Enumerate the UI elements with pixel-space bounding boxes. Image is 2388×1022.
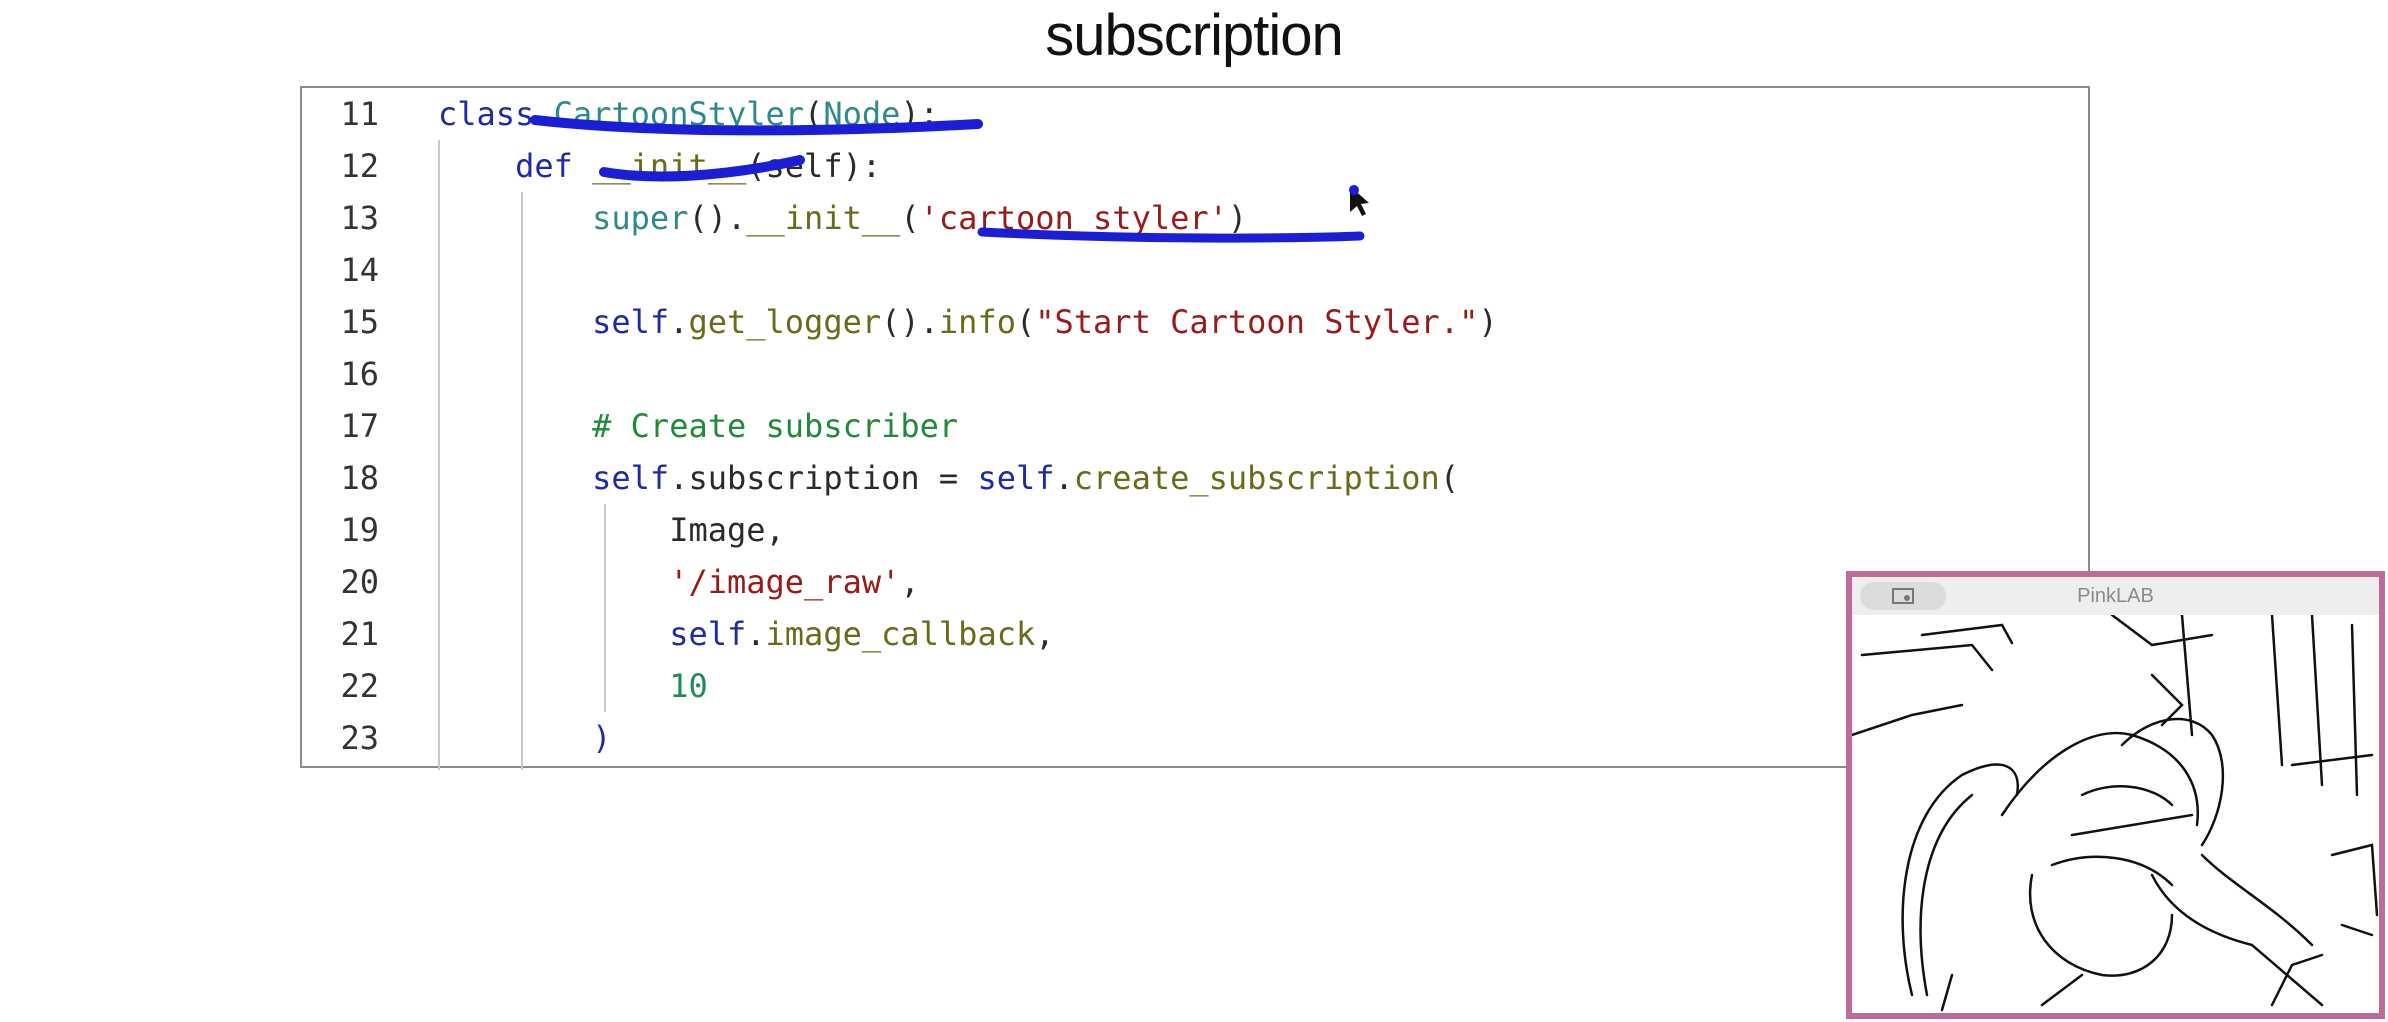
code-line[interactable]: 22 10 (302, 660, 2088, 712)
code-text: '/image_raw', (438, 556, 920, 608)
code-text: 10 (438, 660, 708, 712)
code-line[interactable]: 21 self.image_callback, (302, 608, 2088, 660)
line-number: 13 (340, 199, 379, 237)
code-line[interactable]: 13 super().__init__('cartoon_styler') (302, 192, 2088, 244)
code-line[interactable]: 17 # Create subscriber (302, 400, 2088, 452)
webcam-window-title: PinkLAB (2077, 585, 2154, 607)
code-text: super().__init__('cartoon_styler') (438, 192, 1247, 244)
webcam-titlebar[interactable]: PinkLAB (1852, 577, 2379, 615)
code-line[interactable]: 12 def __init__(self): (302, 140, 2088, 192)
code-token: . (1054, 459, 1074, 497)
code-token: self (438, 615, 747, 653)
code-token: get_logger (688, 303, 882, 341)
line-number: 22 (340, 667, 379, 705)
code-token: 'cartoon_styler' (919, 199, 1228, 237)
code-text: self.image_callback, (438, 608, 1055, 660)
code-token: self (977, 459, 1055, 497)
code-token: ) (438, 719, 612, 757)
code-token: ( (1439, 459, 1460, 497)
code-token: ) (1227, 199, 1248, 237)
code-token: ) (1478, 303, 1498, 341)
code-text: def __init__(self): (438, 140, 881, 192)
line-number: 15 (340, 303, 379, 341)
code-token: , (1035, 615, 1055, 653)
code-token: class (438, 95, 554, 133)
code-text: Image, (438, 504, 785, 556)
code-text: ) (438, 712, 611, 764)
line-number: 17 (340, 407, 379, 445)
line-number: 16 (340, 355, 379, 393)
line-number: 11 (340, 95, 379, 133)
code-token: ( (804, 95, 824, 133)
code-token: , (900, 563, 920, 601)
line-number: 21 (340, 615, 379, 653)
code-token: info (938, 303, 1016, 341)
code-line[interactable]: 20 '/image_raw', (302, 556, 2088, 608)
code-token: .subscription = (669, 459, 978, 497)
code-token: (). (881, 303, 939, 341)
code-token: __init__ (746, 199, 901, 237)
code-text: class CartoonStyler(Node): (438, 88, 939, 140)
code-token: self (438, 303, 670, 341)
code-token: (self): (746, 147, 882, 185)
code-text: self.get_logger().info("Start Cartoon St… (438, 296, 1498, 348)
code-token: def (438, 147, 593, 185)
slide-title: subscription (1045, 3, 1343, 68)
code-line[interactable]: 15 self.get_logger().info("Start Cartoon… (302, 296, 2088, 348)
code-editor-panel: 11 class CartoonStyler(Node): 12 def __ini… (300, 86, 2090, 770)
code-line[interactable]: 23 ) (302, 712, 2088, 764)
line-number: 19 (340, 511, 379, 549)
code-token: '/image_raw' (438, 563, 901, 601)
line-number: 18 (340, 459, 379, 497)
code-token: ): (900, 95, 939, 133)
code-token: 10 (438, 667, 708, 705)
webcam-edge-image (1852, 615, 2379, 1013)
code-line[interactable]: 16 (302, 348, 2088, 400)
code-token: . (669, 303, 689, 341)
code-line[interactable]: 11 class CartoonStyler(Node): (302, 88, 2088, 140)
code-token: "Start Cartoon Styler." (1035, 303, 1479, 341)
code-token: . (746, 615, 766, 653)
code-token: __init__ (592, 147, 747, 185)
code-token: self (438, 459, 670, 497)
code-token: super (438, 199, 689, 237)
code-token: # Create subscriber (438, 407, 959, 445)
code-token: CartoonStyler (553, 95, 805, 133)
webcam-overlay-window[interactable]: PinkLAB (1846, 571, 2385, 1019)
line-number: 23 (340, 719, 379, 757)
code-text: # Create subscriber (438, 400, 958, 452)
code-line[interactable]: 19 Image, (302, 504, 2088, 556)
line-number: 12 (340, 147, 379, 185)
code-token: image_callback (765, 615, 1036, 653)
line-number: 20 (340, 563, 379, 601)
code-text: self.subscription = self.create_subscrip… (438, 452, 1459, 504)
code-line[interactable]: 18 self.subscription = self.create_subsc… (302, 452, 2088, 504)
code-line[interactable]: 14 (302, 244, 2088, 296)
code-token: Node (823, 95, 901, 133)
code-token: create_subscription (1073, 459, 1440, 497)
webcam-cartoon-view (1852, 615, 2379, 1013)
code-token: (). (688, 199, 747, 237)
code-token: Image, (438, 511, 785, 549)
code-token: ( (1015, 303, 1036, 341)
line-number: 14 (340, 251, 379, 289)
code-token: ( (900, 199, 920, 237)
